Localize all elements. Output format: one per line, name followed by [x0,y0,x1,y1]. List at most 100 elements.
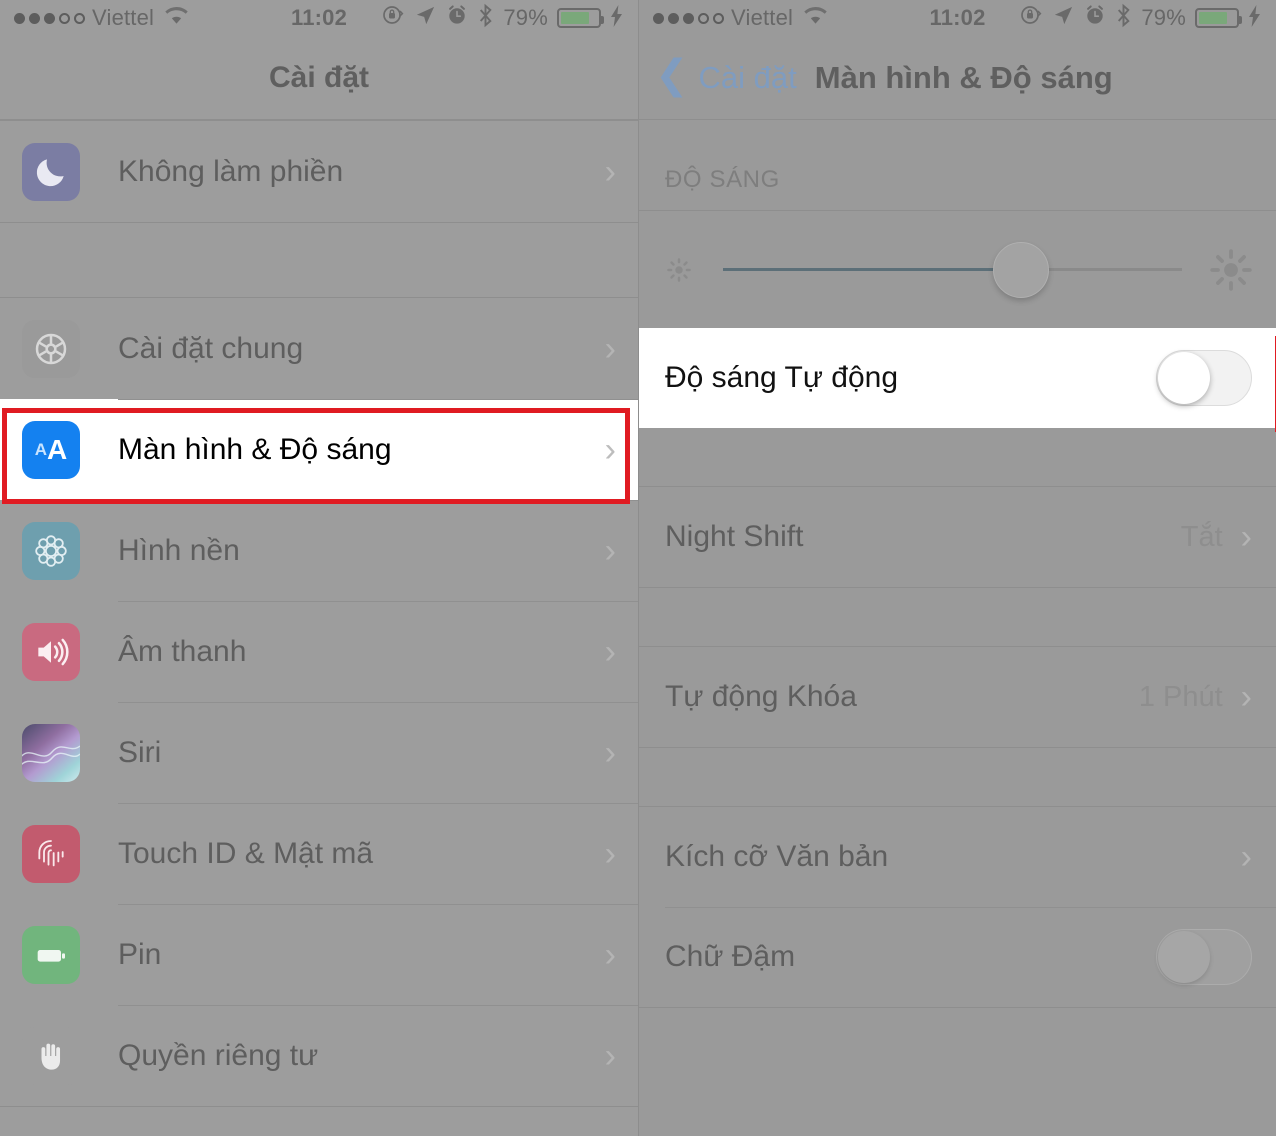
carrier-label: Viettel [92,5,155,30]
rotation-lock-icon [1019,3,1043,33]
brightness-slider-knob[interactable] [993,241,1050,298]
signal-dot [698,12,709,24]
navigation-bar: ❮ Cài đặt Màn hình & Độ sáng [639,36,1276,120]
sidebar-item-display-and-brightness[interactable]: AA Màn hình & Độ sáng › [0,399,638,500]
row-label: Chữ Đậm [665,940,796,973]
back-chevron-icon[interactable]: ❮ [655,55,689,95]
alarm-clock-icon [1084,4,1106,32]
sun-small-icon [664,255,694,285]
chevron-right-icon: › [604,329,616,368]
text-group: Kích cỡ Văn bản › Chữ Đậm [639,806,1276,1008]
signal-dot [713,12,724,24]
row-bold-text[interactable]: Chữ Đậm [639,907,1276,1007]
wifi-icon [163,5,190,31]
brightness-slider-track[interactable] [723,241,1182,298]
sidebar-item-label: Siri [118,735,162,769]
chevron-right-icon: › [1240,678,1252,716]
row-label: Night Shift [665,520,804,553]
settings-group-2: Cài đặt chung › AA Màn hình & Độ sáng › [0,297,638,1107]
aa-display-icon: AA [22,420,80,479]
settings-page-title: Cài đặt [0,36,638,120]
sidebar-item-do-not-disturb[interactable]: Không làm phiền › [0,121,638,222]
status-bar-icons: 79% [381,3,624,34]
sidebar-item-touch-id-passcode[interactable]: Touch ID & Mật mã › [0,803,638,904]
row-label: Độ sáng Tự động [665,361,899,394]
settings-group-spacer [0,223,638,297]
auto-lock-group: Tự động Khóa 1 Phút › [639,646,1276,748]
chevron-right-icon: › [1240,518,1252,556]
status-bar-icons: 79% [1019,3,1262,34]
sidebar-item-label: Âm thanh [118,634,247,668]
battery-icon [1195,8,1242,28]
chevron-right-icon: › [604,935,616,974]
moon-icon [22,142,80,201]
signal-dot [14,12,25,24]
signal-dot [59,12,70,24]
row-night-shift[interactable]: Night Shift Tắt › [639,487,1276,587]
chevron-right-icon: › [604,430,616,469]
chevron-right-icon: › [604,1036,616,1075]
dual-phone-screenshot: Viettel 11:02 79% Cài đặt Không làm phiề… [0,0,1276,1136]
alarm-clock-icon [446,4,468,32]
speaker-icon [22,622,80,681]
wallpaper-flower-icon [22,521,80,580]
night-shift-group: Night Shift Tắt › [639,486,1276,588]
sidebar-item-battery[interactable]: Pin › [0,904,638,1005]
row-auto-lock[interactable]: Tự động Khóa 1 Phút › [639,647,1276,747]
battery-icon [557,8,604,28]
signal-dot [653,12,664,24]
signal-strength-dots [653,12,724,24]
battery-percent-label: 79% [503,5,548,30]
auto-brightness-toggle[interactable] [1156,350,1252,406]
status-bar-carrier-group: Viettel [14,5,190,31]
rotation-lock-icon [381,3,405,33]
sun-large-icon [1208,247,1254,293]
chevron-right-icon: › [604,632,616,671]
brightness-slider-fill [723,268,1022,271]
signal-dot [44,12,55,24]
battery-icon [22,925,80,984]
sidebar-item-general[interactable]: Cài đặt chung › [0,298,638,399]
sidebar-item-label: Không làm phiền [118,154,344,188]
sidebar-item-privacy[interactable]: Quyền riêng tư › [0,1005,638,1106]
charging-bolt-icon [1248,5,1262,31]
bold-text-toggle[interactable] [1156,929,1252,985]
row-text-size[interactable]: Kích cỡ Văn bản › [639,807,1276,907]
brightness-slider-row[interactable] [639,210,1276,328]
chevron-right-icon: › [1240,838,1252,876]
sidebar-item-label: Quyền riêng tư [118,1038,319,1072]
signal-dot [74,12,85,24]
status-bar-left: Viettel 11:02 79% [0,0,638,36]
status-bar-carrier-group: Viettel [653,5,829,31]
battery-percent-label: 79% [1141,5,1186,30]
row-auto-brightness[interactable]: Độ sáng Tự động [639,328,1276,428]
sidebar-item-sounds[interactable]: Âm thanh › [0,601,638,702]
chevron-right-icon: › [604,733,616,772]
toggle-knob [1158,352,1210,404]
siri-waveform-icon [22,723,80,782]
sidebar-item-label: Cài đặt chung [118,331,304,365]
bluetooth-icon [477,3,494,34]
sidebar-item-label: Pin [118,937,162,971]
sidebar-item-wallpaper[interactable]: Hình nền › [0,500,638,601]
signal-strength-dots [14,12,85,24]
wifi-icon [802,5,829,31]
toggle-knob [1158,931,1210,983]
page-title: Màn hình & Độ sáng [814,59,1113,95]
carrier-label: Viettel [731,5,794,30]
section-header-brightness: ĐỘ SÁNG [665,166,780,193]
row-label: Kích cỡ Văn bản [665,840,889,873]
signal-dot [668,12,679,24]
row-label: Tự động Khóa [665,680,857,713]
back-button-label[interactable]: Cài đặt [699,60,797,96]
sidebar-item-label: Màn hình & Độ sáng [118,432,392,466]
gear-icon [22,319,80,378]
location-arrow-icon [1052,4,1075,33]
sidebar-item-siri[interactable]: Siri › [0,702,638,803]
charging-bolt-icon [610,5,624,31]
row-value: 1 Phút [1138,680,1223,713]
row-value: Tắt [1180,520,1223,553]
